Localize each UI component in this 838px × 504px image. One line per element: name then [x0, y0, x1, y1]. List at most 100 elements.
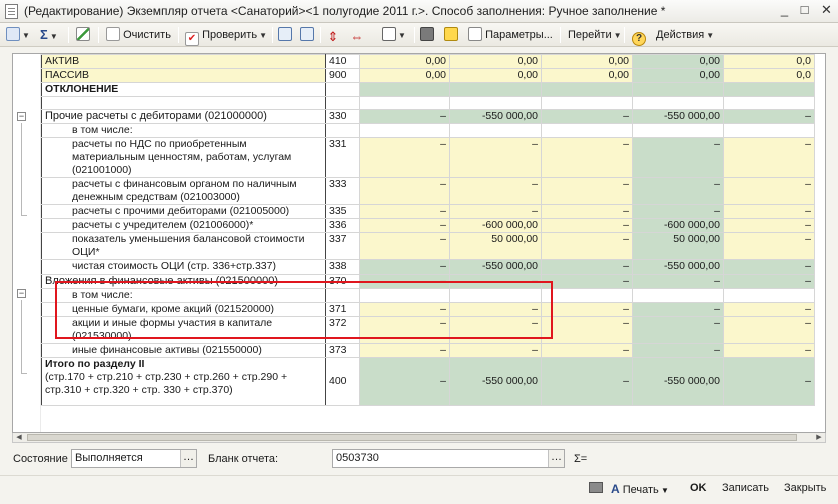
close-window-button[interactable]: ✕: [818, 2, 835, 19]
expand-groups-button[interactable]: [278, 26, 292, 44]
cell[interactable]: –: [449, 343, 542, 358]
cell[interactable]: -550 000,00: [632, 357, 724, 406]
cell[interactable]: 50 000,00: [449, 232, 542, 260]
cell[interactable]: –: [359, 302, 450, 317]
cell[interactable]: –: [632, 274, 724, 289]
collapse-group-370[interactable]: −: [17, 289, 26, 298]
ok-button[interactable]: OK: [690, 482, 707, 494]
printer-icon-button[interactable]: [589, 482, 603, 494]
table-menu-button[interactable]: ▼: [382, 26, 406, 44]
cell[interactable]: –: [541, 302, 633, 317]
cell[interactable]: –: [632, 316, 724, 344]
report-grid[interactable]: − − АКТИВ 410 0,00 0,00 0,00 0,00 0,0 ПА…: [12, 53, 826, 433]
cell[interactable]: –: [449, 316, 542, 344]
cell[interactable]: -550 000,00: [449, 357, 542, 406]
cell[interactable]: –: [541, 109, 633, 124]
form-select-button[interactable]: …: [548, 450, 564, 467]
cell[interactable]: -550 000,00: [449, 259, 542, 275]
cell[interactable]: –: [359, 274, 450, 289]
cell[interactable]: –: [723, 218, 815, 233]
cell[interactable]: –: [541, 343, 633, 358]
cell[interactable]: –: [359, 232, 450, 260]
goto-button[interactable]: Перейти ▼: [568, 26, 622, 44]
cell[interactable]: 0,00: [359, 68, 450, 83]
cell[interactable]: –: [359, 357, 450, 406]
cell[interactable]: –: [359, 177, 450, 205]
cell[interactable]: –: [449, 302, 542, 317]
scroll-thumb[interactable]: [27, 434, 797, 441]
cell[interactable]: –: [359, 109, 450, 124]
cell[interactable]: –: [359, 137, 450, 178]
cell[interactable]: –: [449, 177, 542, 205]
cell[interactable]: -600 000,00: [632, 218, 724, 233]
params-button[interactable]: Параметры...: [468, 26, 553, 44]
cell[interactable]: -550 000,00: [449, 109, 542, 124]
collapse-groups-button[interactable]: [300, 26, 314, 44]
cell[interactable]: –: [449, 137, 542, 178]
minimize-button[interactable]: _: [776, 2, 793, 19]
cell[interactable]: –: [359, 218, 450, 233]
cell[interactable]: –: [632, 302, 724, 317]
cell[interactable]: –: [541, 357, 633, 406]
cell[interactable]: -550 000,00: [632, 259, 724, 275]
form-menu-button[interactable]: ▼: [6, 26, 30, 44]
cell[interactable]: –: [723, 302, 815, 317]
cell[interactable]: 0,0: [723, 68, 815, 83]
cell[interactable]: –: [723, 109, 815, 124]
check-button[interactable]: ✔ Проверить ▼: [185, 26, 267, 46]
cell[interactable]: –: [541, 137, 633, 178]
cell[interactable]: –: [723, 137, 815, 178]
cell[interactable]: 50 000,00: [632, 232, 724, 260]
cell[interactable]: –: [541, 232, 633, 260]
form-field[interactable]: 0503730 …: [332, 449, 565, 468]
cell[interactable]: –: [723, 232, 815, 260]
scroll-left-icon[interactable]: ◀: [13, 433, 25, 442]
cell[interactable]: –: [449, 204, 542, 219]
cell[interactable]: –: [541, 204, 633, 219]
print-button[interactable]: A Печать ▼: [611, 482, 669, 496]
save-disk-button[interactable]: [420, 26, 434, 44]
cell[interactable]: 0,00: [632, 68, 724, 83]
cell[interactable]: –: [723, 343, 815, 358]
cell[interactable]: 0,00: [541, 54, 633, 69]
close-button[interactable]: Закрыть: [784, 482, 826, 494]
help-button[interactable]: ?: [632, 26, 646, 46]
state-select-button[interactable]: …: [180, 450, 196, 467]
cell[interactable]: –: [541, 259, 633, 275]
horizontal-scrollbar[interactable]: ◀ ▶: [12, 433, 826, 443]
actions-button[interactable]: Действия ▼: [656, 26, 714, 44]
cell[interactable]: –: [723, 259, 815, 275]
cell[interactable]: –: [359, 316, 450, 344]
cell[interactable]: –: [723, 204, 815, 219]
cell[interactable]: –: [541, 316, 633, 344]
cell[interactable]: –: [359, 204, 450, 219]
scroll-right-icon[interactable]: ▶: [813, 433, 825, 442]
edit-button[interactable]: [76, 26, 90, 44]
cell[interactable]: –: [359, 343, 450, 358]
upload-button[interactable]: [444, 26, 458, 44]
cell[interactable]: 0,00: [449, 68, 542, 83]
cell[interactable]: 0,00: [449, 54, 542, 69]
cell[interactable]: –: [449, 274, 542, 289]
cell[interactable]: –: [723, 316, 815, 344]
cell[interactable]: –: [723, 357, 815, 406]
maximize-button[interactable]: □: [796, 2, 813, 19]
cell[interactable]: –: [632, 343, 724, 358]
cell[interactable]: –: [723, 177, 815, 205]
cell[interactable]: 0,0: [723, 54, 815, 69]
cell[interactable]: –: [632, 137, 724, 178]
insert-row-button[interactable]: ⇕: [326, 26, 340, 44]
cell[interactable]: -550 000,00: [632, 109, 724, 124]
clear-button[interactable]: Очистить: [106, 26, 171, 44]
collapse-group-330[interactable]: −: [17, 112, 26, 121]
delete-row-button[interactable]: ⇔: [350, 26, 364, 44]
sum-menu-button[interactable]: Σ ▼: [40, 26, 58, 44]
state-field[interactable]: Выполняется …: [71, 449, 197, 468]
cell[interactable]: 0,00: [541, 68, 633, 83]
cell[interactable]: –: [723, 274, 815, 289]
cell[interactable]: –: [359, 259, 450, 275]
cell[interactable]: –: [541, 177, 633, 205]
cell[interactable]: –: [632, 204, 724, 219]
cell[interactable]: 0,00: [359, 54, 450, 69]
cell[interactable]: –: [632, 177, 724, 205]
